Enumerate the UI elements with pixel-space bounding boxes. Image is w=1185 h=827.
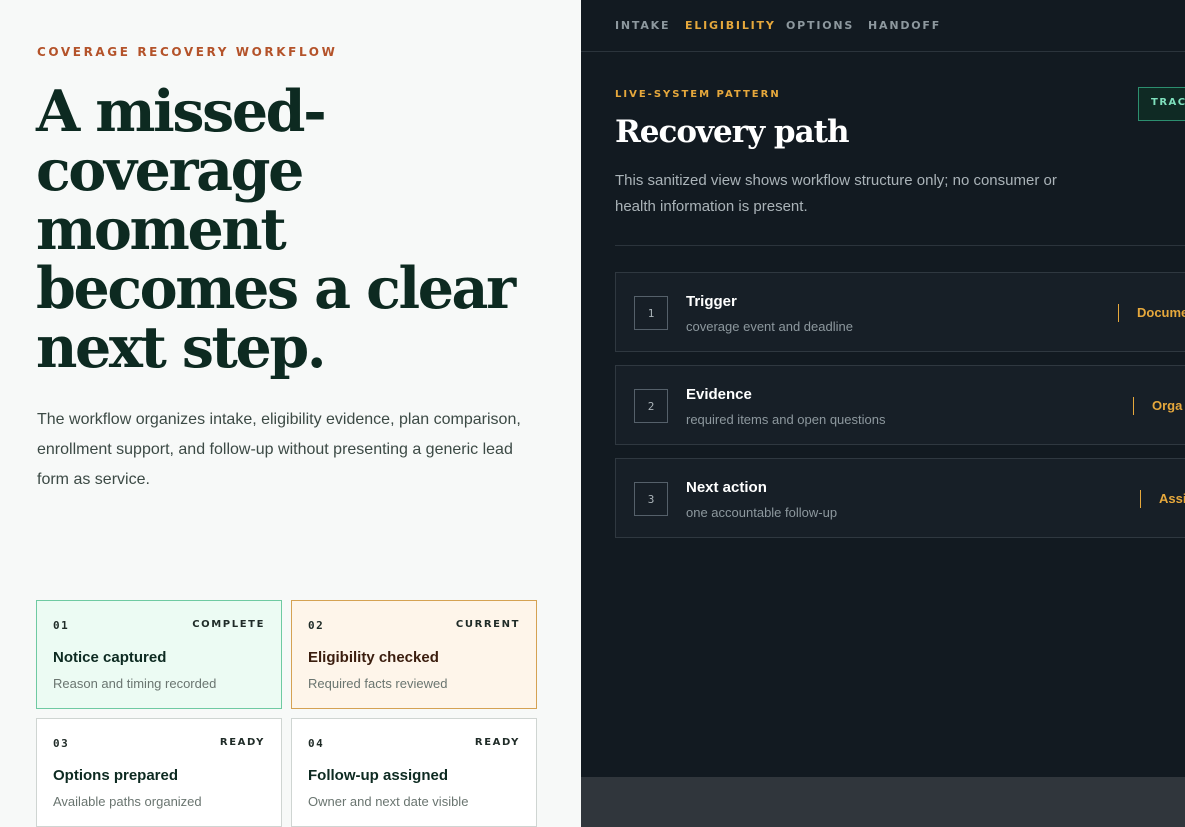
status-card-follow-up-assigned[interactable]: 04 READY Follow-up assigned Owner and ne… — [291, 718, 537, 827]
card-title: Follow-up assigned — [308, 767, 449, 784]
page-headline: A missed-coverage moment becomes a clear… — [36, 78, 516, 381]
card-state-badge: COMPLETE — [192, 619, 265, 630]
tab-options[interactable]: OPTIONS — [786, 19, 854, 32]
card-state-badge: CURRENT — [455, 619, 520, 630]
divider — [615, 245, 1185, 246]
step-index: 2 — [634, 389, 668, 423]
step-index: 3 — [634, 482, 668, 516]
bottom-band — [581, 777, 1185, 827]
step-row-evidence[interactable]: 2 Evidence required items and open quest… — [615, 365, 1185, 445]
step-tag-divider — [1133, 397, 1134, 415]
step-tag: Assi — [1159, 491, 1185, 506]
right-panel: INTAKE ELIGIBILITY OPTIONS HANDOFF LIVE-… — [581, 0, 1185, 827]
left-panel: COVERAGE RECOVERY WORKFLOW A missed-cove… — [0, 0, 581, 827]
step-row-next-action[interactable]: 3 Next action one accountable follow-up … — [615, 458, 1185, 538]
card-subtitle: Required facts reviewed — [308, 676, 448, 691]
section-title: Recovery path — [615, 114, 850, 150]
card-subtitle: Available paths organized — [53, 794, 202, 809]
card-state-badge: READY — [219, 737, 265, 748]
card-subtitle: Owner and next date visible — [308, 794, 469, 809]
card-number: 03 — [53, 737, 70, 750]
card-number: 04 — [308, 737, 325, 750]
workflow-nav: INTAKE ELIGIBILITY OPTIONS HANDOFF — [581, 0, 1185, 52]
step-index: 1 — [634, 296, 668, 330]
intro-paragraph: The workflow organizes intake, eligibili… — [37, 411, 521, 488]
step-title: Next action — [686, 479, 767, 496]
step-subtitle: coverage event and deadline — [686, 319, 853, 334]
step-tag: Orga — [1152, 398, 1183, 413]
status-card-options-prepared[interactable]: 03 READY Options prepared Available path… — [36, 718, 282, 827]
tab-intake[interactable]: INTAKE — [615, 19, 670, 32]
step-tag-divider — [1118, 304, 1119, 322]
card-subtitle: Reason and timing recorded — [53, 676, 217, 691]
card-title: Options prepared — [53, 767, 179, 784]
card-title: Eligibility checked — [308, 649, 439, 666]
card-number: 02 — [308, 619, 325, 632]
step-title: Evidence — [686, 386, 752, 403]
step-tag-divider — [1140, 490, 1141, 508]
tab-eligibility[interactable]: ELIGIBILITY — [685, 19, 776, 32]
status-card-eligibility-checked[interactable]: 02 CURRENT Eligibility checked Required … — [291, 600, 537, 709]
status-card-notice-captured[interactable]: 01 COMPLETE Notice captured Reason and t… — [36, 600, 282, 709]
step-subtitle: required items and open questions — [686, 412, 886, 427]
card-number: 01 — [53, 619, 70, 632]
step-tag: Docume — [1137, 305, 1185, 320]
step-row-trigger[interactable]: 1 Trigger coverage event and deadline Do… — [615, 272, 1185, 352]
trace-badge[interactable]: TRACE — [1138, 87, 1185, 121]
status-cards: 01 COMPLETE Notice captured Reason and t… — [36, 600, 537, 827]
tab-handoff[interactable]: HANDOFF — [868, 19, 941, 32]
step-subtitle: one accountable follow-up — [686, 505, 838, 520]
section-eyebrow: LIVE-SYSTEM PATTERN — [615, 89, 781, 100]
step-title: Trigger — [686, 293, 737, 310]
card-state-badge: READY — [474, 737, 520, 748]
eyebrow-label: COVERAGE RECOVERY WORKFLOW — [37, 45, 338, 59]
section-description: This sanitized view shows workflow struc… — [615, 172, 1057, 215]
card-title: Notice captured — [53, 649, 167, 666]
